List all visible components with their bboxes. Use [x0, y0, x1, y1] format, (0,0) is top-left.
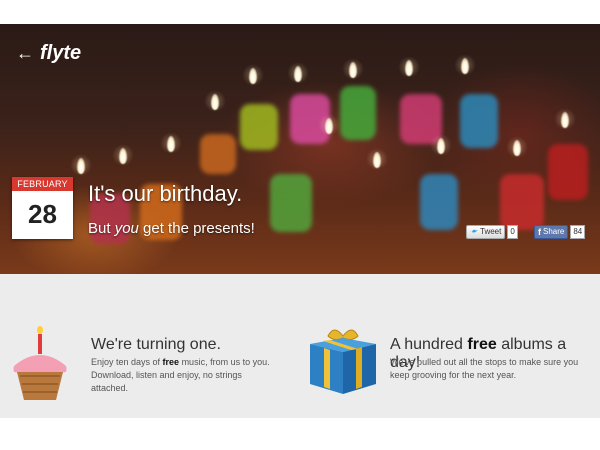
facebook-share-button[interactable]: f Share	[534, 225, 569, 239]
hero-headline: It's our birthday.	[88, 181, 243, 206]
feature-body-free-albums: We've pulled out all the stops to make s…	[390, 357, 579, 380]
tweet-count: 0	[507, 225, 518, 239]
candle-flame	[437, 138, 445, 154]
candle-flame	[294, 66, 302, 82]
blurred-candle-letter	[340, 86, 376, 140]
share-widget: f Share 84	[534, 225, 586, 239]
share-count: 84	[570, 225, 586, 239]
candle-flame	[561, 112, 569, 128]
blurred-candle-letter	[460, 94, 498, 148]
candle-flame	[349, 62, 357, 78]
calendar-day: 28	[28, 199, 57, 229]
blurred-candle-letter	[500, 174, 544, 230]
candle-flame	[211, 94, 219, 110]
candle-flame	[325, 118, 333, 134]
calendar-badge: FEBRUARY 28	[12, 177, 73, 239]
tweet-widget: Tweet 0	[466, 225, 518, 239]
candle-flame	[249, 68, 257, 84]
candle-flame	[373, 152, 381, 168]
calendar-month: FEBRUARY	[12, 177, 73, 191]
flyte-logo-link[interactable]: ← flyte	[16, 42, 81, 65]
hero-subheadline: But you get the presents!	[88, 220, 255, 237]
blurred-candle-letter	[200, 134, 236, 174]
candle-flame	[405, 60, 413, 76]
blurred-candle-letter	[420, 174, 458, 230]
blurred-candle-letter	[240, 104, 278, 150]
feature-body-turning-one: Enjoy ten days of free music, from us to…	[91, 357, 270, 393]
blurred-candle-letter	[548, 144, 588, 200]
back-arrow-icon: ←	[16, 43, 34, 63]
candle-flame	[167, 136, 175, 152]
feature-title-turning-one: We're turning one.	[91, 336, 221, 353]
tweet-button[interactable]: Tweet	[466, 225, 506, 239]
birthday-cake-icon	[13, 326, 67, 400]
candle-flame	[77, 158, 85, 174]
facebook-icon: f	[538, 227, 541, 237]
candle-flame	[461, 58, 469, 74]
twitter-icon	[470, 229, 478, 232]
logo-text: flyte	[40, 42, 82, 64]
candle-flame	[119, 148, 127, 164]
candle-flame	[513, 140, 521, 156]
blurred-candle-letter	[270, 174, 312, 232]
gift-box-icon	[310, 329, 376, 394]
